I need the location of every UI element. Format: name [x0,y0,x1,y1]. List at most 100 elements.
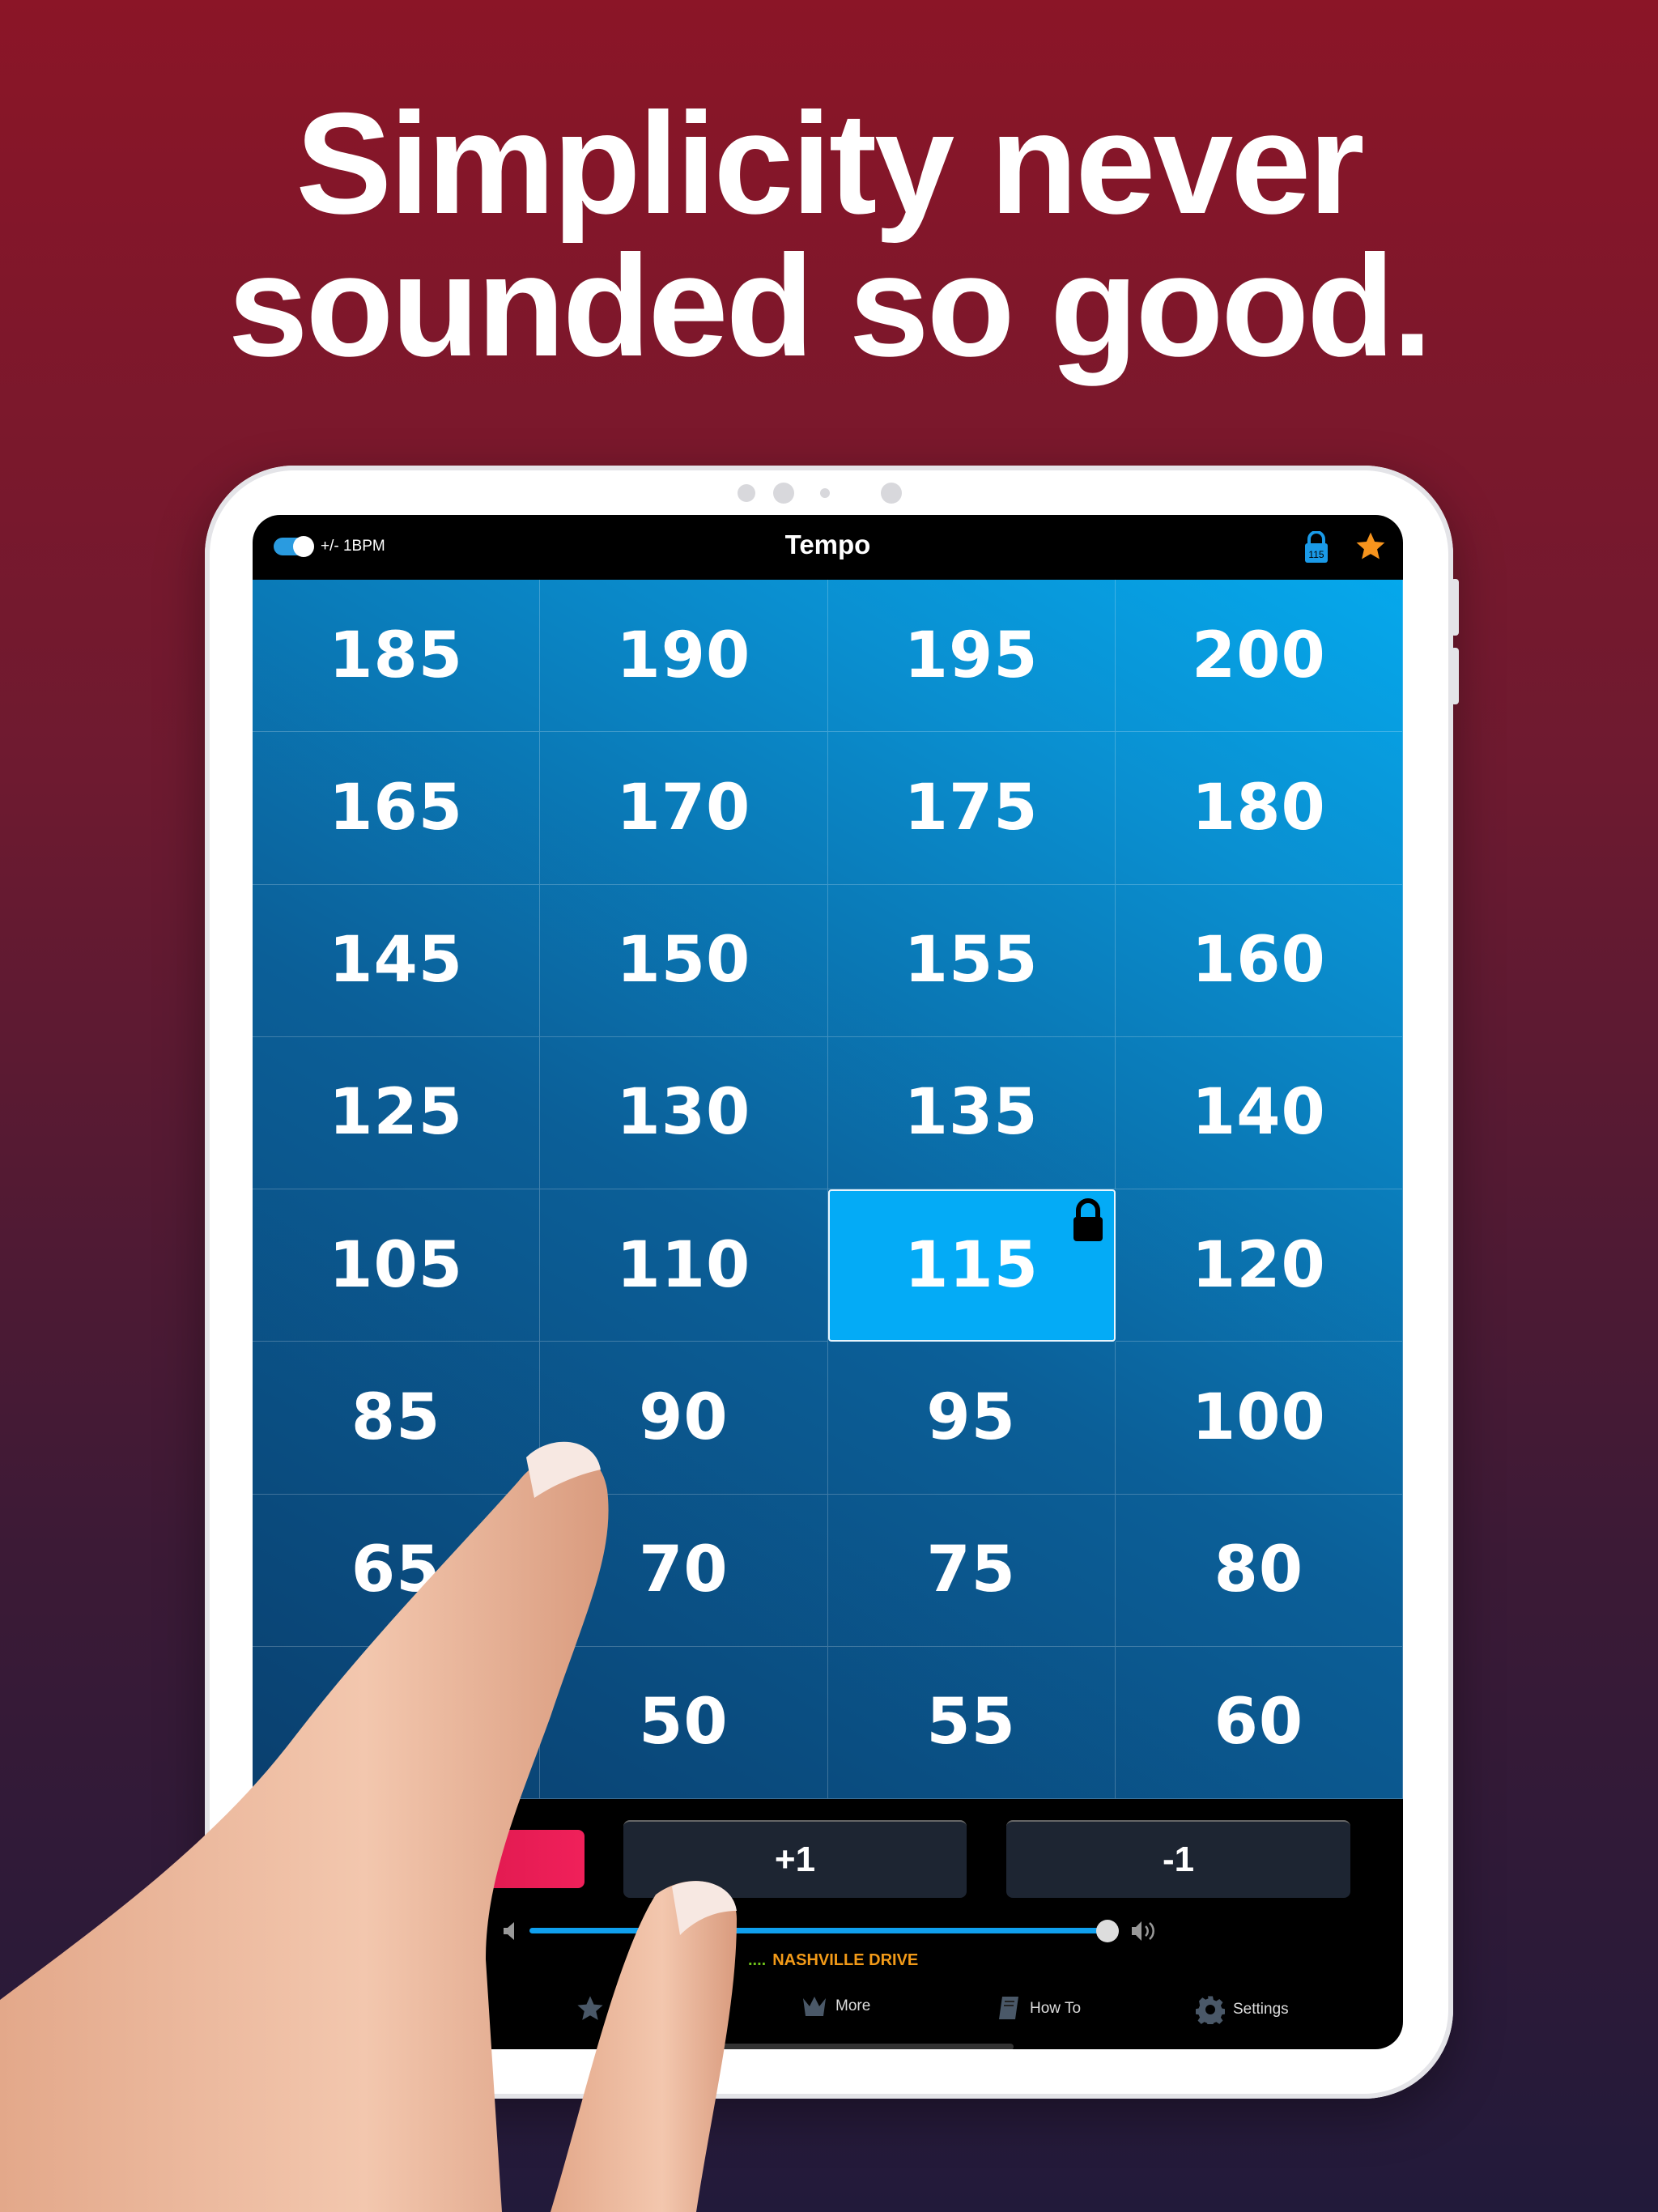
tempo-value: 140 [1191,1076,1326,1150]
tempo-value: 170 [616,771,751,844]
tempo-value: 65 [351,1534,441,1607]
tempo-cell[interactable]: 95 [827,1342,1116,1495]
lock-badge: 115 [1308,549,1324,560]
book-icon [999,1997,1018,2019]
tempo-cell[interactable]: 90 [540,1342,828,1495]
tempo-value: 70 [639,1534,729,1607]
tab-label: How To [1030,2000,1082,2017]
tempo-cell[interactable]: 110 [540,1189,828,1342]
song-prefix: .... [748,1951,767,1969]
tempo-cell[interactable]: 70 [540,1494,828,1647]
tempo-value: 105 [329,1228,464,1302]
tempo-cell[interactable]: 155 [827,884,1116,1037]
tempo-cell[interactable]: 105 [253,1189,541,1342]
tempo-cell[interactable]: 160 [1115,884,1403,1037]
tempo-cell[interactable]: 185 [253,580,541,733]
tempo-cell[interactable]: 135 [827,1036,1116,1189]
tempo-cell[interactable]: 120 [1115,1189,1403,1342]
camera-dot [738,484,755,502]
volume-slider[interactable] [529,1928,1105,1933]
tempo-cell[interactable]: 115 [827,1189,1116,1342]
tempo-cell[interactable]: 65 [253,1494,541,1647]
lock-icon[interactable]: 115 [1303,530,1330,568]
tempo-value: 115 [904,1229,1039,1303]
tempo-value: 160 [1191,924,1326,998]
lock-icon[interactable] [1070,1197,1106,1243]
tempo-cell[interactable]: 165 [253,732,541,885]
tempo-cell[interactable]: 145 [253,884,541,1037]
star-icon[interactable] [1355,531,1386,566]
tempo-cell[interactable]: 60 [1115,1646,1403,1799]
volume-button [1451,648,1459,704]
tempo-cell[interactable]: 175 [827,732,1116,885]
tempo-value: 150 [616,924,751,998]
tempo-value: 175 [903,771,1039,844]
tempo-value: 120 [1191,1228,1326,1302]
song-title: NASHVILLE DRIVE [772,1951,919,1969]
crown-icon [803,1997,826,2016]
gear-icon [1196,1996,1225,2024]
tempo-cell[interactable]: 150 [540,884,828,1037]
tempo-cell[interactable]: 125 [253,1036,541,1189]
volume-button [1451,579,1459,636]
tempo-value: 185 [329,619,464,692]
tab-label: More [835,1997,871,2014]
tempo-cell[interactable]: 45 [253,1646,541,1799]
minus-one-button[interactable]: -1 [1006,1820,1350,1898]
tempo-value: 135 [903,1076,1039,1150]
tempo-value: 75 [926,1534,1016,1607]
song-label[interactable]: .... NASHVILLE DRIVE [748,1951,918,1970]
tempo-value: 145 [329,924,464,998]
tempo-cell[interactable]: 140 [1115,1036,1403,1189]
tempo-cell[interactable]: 85 [253,1342,541,1495]
tempo-cell[interactable]: 80 [1115,1494,1403,1647]
tempo-value: 195 [903,619,1039,692]
camera-dot [773,483,794,504]
tempo-value: 85 [351,1380,441,1454]
tempo-value: 55 [926,1686,1016,1759]
tab-label: Settings [1233,2001,1289,2018]
volume-slider-knob[interactable] [1096,1920,1119,1942]
plus-one-button[interactable]: +1 [623,1820,967,1898]
camera-dot [820,488,830,498]
volume-high-icon [1132,1921,1154,1941]
tempo-value: 45 [351,1686,441,1759]
tempo-value: 190 [616,619,751,692]
tempo-value: 155 [903,924,1039,998]
star-icon [577,1996,603,2020]
tempo-cell[interactable]: 55 [827,1646,1116,1799]
tempo-cell[interactable]: 50 [540,1646,828,1799]
tempo-value: 50 [639,1686,729,1759]
tab-settings[interactable]: Settings [1196,1995,1289,2024]
tempo-value: 180 [1191,771,1326,844]
headline-line-1: Simplicity never [295,83,1364,244]
app-screen: +/- 1BPM Tempo 115 185 190 195 200 165 170 175… [253,515,1403,2049]
home-indicator [674,2044,1014,2049]
tempo-value: 200 [1191,619,1326,692]
tempo-cell[interactable]: 130 [540,1036,828,1189]
tempo-cell[interactable]: 170 [540,732,828,885]
start-button[interactable] [308,1830,585,1888]
tempo-cell[interactable]: 190 [540,580,828,733]
tempo-cell[interactable]: 200 [1115,580,1403,733]
volume-low-icon [504,1922,514,1940]
tab-favorites[interactable] [576,1995,612,2023]
tempo-value: 60 [1214,1686,1304,1759]
tab-more[interactable]: More [801,1995,870,2018]
tempo-cell[interactable]: 195 [827,580,1116,733]
tempo-cell[interactable]: 180 [1115,732,1403,885]
tempo-value: 95 [926,1380,1016,1454]
tempo-value: 100 [1191,1380,1326,1454]
tempo-value: 125 [329,1076,464,1150]
app-title: Tempo [784,530,871,559]
tab-how-to[interactable]: How To [996,1995,1081,2023]
headline-line-2: sounded so good. [227,225,1433,386]
tempo-grid: 185 190 195 200 165 170 175 180 145 150 155 160 125 1… [253,580,1403,1799]
tempo-cell[interactable]: 100 [1115,1342,1403,1495]
tempo-cell[interactable]: 75 [827,1494,1116,1647]
tempo-value: 165 [329,771,464,844]
bottom-controls: +1 -1 .... NASHVILLE DRIVE More How To Se… [253,1799,1403,2049]
tempo-value: 110 [616,1228,751,1302]
tempo-value: 90 [639,1380,729,1454]
top-bar: +/- 1BPM Tempo 115 [253,515,1403,580]
